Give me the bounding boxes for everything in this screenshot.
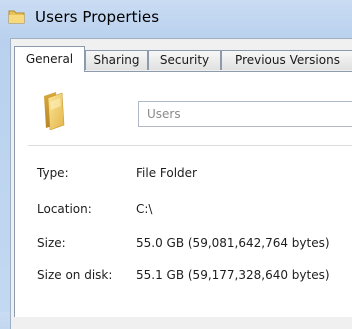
divider [28,145,352,146]
tab-general[interactable]: General [14,46,85,72]
folder-icon [40,90,80,131]
tab-bar: General Sharing Security Previous Versio… [14,46,352,72]
size-on-disk-label: Size on disk: [37,268,113,282]
size-value: 55.0 GB (59,081,642,764 bytes) [136,236,330,250]
tab-security[interactable]: Security [148,50,221,70]
folder-name-field[interactable]: Users [138,101,352,127]
location-label: Location: [37,202,92,216]
title-bar[interactable]: Users Properties [0,0,352,38]
location-value: C:\ [136,202,153,216]
type-label: Type: [37,166,69,180]
folder-icon [8,9,26,24]
window-title: Users Properties [35,8,160,26]
size-on-disk-value: 55.1 GB (59,177,328,640 bytes) [136,268,330,282]
size-label: Size: [37,236,66,250]
type-value: File Folder [136,166,197,180]
tab-sharing[interactable]: Sharing [85,50,148,70]
tab-previous-versions[interactable]: Previous Versions [221,50,352,70]
